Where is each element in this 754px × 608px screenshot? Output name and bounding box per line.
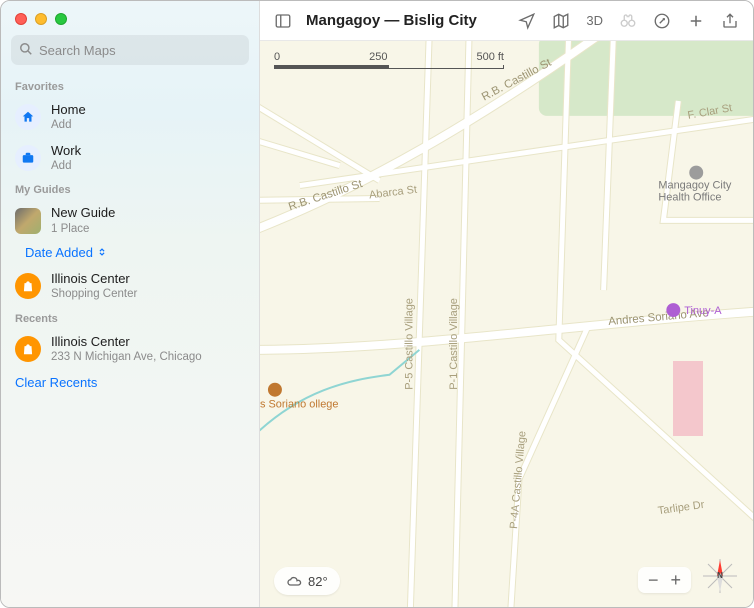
favorites-heading: Favorites — [15, 81, 249, 93]
recents-heading: Recents — [15, 313, 249, 325]
favorite-home[interactable]: Home Add — [11, 97, 249, 138]
favorite-sub: Add — [51, 118, 86, 132]
toolbar-actions: 3D — [518, 12, 739, 30]
listing-item[interactable]: Illinois Center Shopping Center — [11, 266, 249, 307]
chevron-sort-icon — [97, 247, 107, 257]
guide-sub: 1 Place — [51, 222, 115, 236]
briefcase-icon — [15, 145, 41, 171]
listing-title: Illinois Center — [51, 271, 137, 287]
home-icon — [15, 104, 41, 130]
search-input[interactable] — [11, 35, 249, 65]
sort-date-added[interactable]: Date Added — [11, 241, 249, 266]
svg-text:P-1 Castillo Village: P-1 Castillo Village — [448, 298, 460, 390]
guide-thumb — [15, 208, 41, 234]
map-canvas[interactable]: R.B. Castillo St R.B. Castillo St F. Cla… — [260, 41, 753, 607]
favorite-title: Home — [51, 102, 86, 118]
binoculars-icon — [619, 12, 637, 30]
svg-text:Tarlipe Dr: Tarlipe Dr — [657, 499, 705, 517]
location-title: Mangagoy — Bislig City — [306, 12, 504, 29]
main-pane: Mangagoy — Bislig City 3D — [260, 1, 753, 607]
bag-icon — [15, 336, 41, 362]
svg-text:P-5 Castillo Village: P-5 Castillo Village — [403, 298, 415, 390]
scale-tick: 250 — [369, 51, 387, 63]
svg-text:Abarca St: Abarca St — [368, 184, 417, 202]
svg-text:Tinuy-A: Tinuy-A — [684, 305, 722, 317]
scale-bar: 0 250 500 ft — [274, 51, 504, 69]
bag-icon — [15, 273, 41, 299]
app-window: Favorites Home Add Work Add My Guides Ne… — [0, 0, 754, 608]
listing-sub: Shopping Center — [51, 287, 137, 301]
recent-title: Illinois Center — [51, 334, 202, 350]
zoom-in-button[interactable]: + — [670, 570, 681, 591]
favorite-sub: Add — [51, 159, 81, 173]
cloud-icon — [286, 573, 302, 589]
sidebar-toggle-icon[interactable] — [274, 12, 292, 30]
zoom-controls: − + — [638, 567, 691, 593]
clear-recents-button[interactable]: Clear Recents — [11, 369, 249, 396]
sort-label: Date Added — [25, 245, 93, 260]
3d-toggle[interactable]: 3D — [586, 13, 603, 28]
svg-text:Mangagoy CityHealth Office: Mangagoy CityHealth Office — [658, 180, 731, 204]
close-button[interactable] — [15, 13, 27, 25]
directions-icon[interactable] — [653, 12, 671, 30]
guides-heading: My Guides — [15, 184, 249, 196]
locate-icon[interactable] — [518, 12, 536, 30]
minimize-button[interactable] — [35, 13, 47, 25]
svg-text:s Soriano ollege: s Soriano ollege — [260, 399, 338, 411]
svg-text:P-4A Castillo Village: P-4A Castillo Village — [508, 430, 529, 529]
weather-chip[interactable]: 82° — [274, 567, 340, 595]
favorite-work[interactable]: Work Add — [11, 138, 249, 179]
map-mode-icon[interactable] — [552, 12, 570, 30]
share-icon[interactable] — [721, 12, 739, 30]
compass[interactable]: N — [699, 555, 741, 597]
svg-text:N: N — [717, 571, 723, 580]
window-controls — [11, 9, 249, 35]
fullscreen-button[interactable] — [55, 13, 67, 25]
zoom-out-button[interactable]: − — [648, 570, 659, 591]
search-icon — [19, 42, 33, 59]
toolbar: Mangagoy — Bislig City 3D — [260, 1, 753, 41]
add-icon[interactable] — [687, 12, 705, 30]
guide-title: New Guide — [51, 205, 115, 221]
scale-tick: 500 ft — [476, 51, 504, 63]
weather-temp: 82° — [308, 574, 328, 589]
guide-item[interactable]: New Guide 1 Place — [11, 200, 249, 241]
sidebar: Favorites Home Add Work Add My Guides Ne… — [1, 1, 260, 607]
favorite-title: Work — [51, 143, 81, 159]
map-svg: R.B. Castillo St R.B. Castillo St F. Cla… — [260, 41, 753, 607]
scale-tick: 0 — [274, 51, 280, 63]
recent-sub: 233 N Michigan Ave, Chicago — [51, 350, 202, 364]
recent-item[interactable]: Illinois Center 233 N Michigan Ave, Chic… — [11, 329, 249, 370]
search-wrap — [11, 35, 249, 65]
